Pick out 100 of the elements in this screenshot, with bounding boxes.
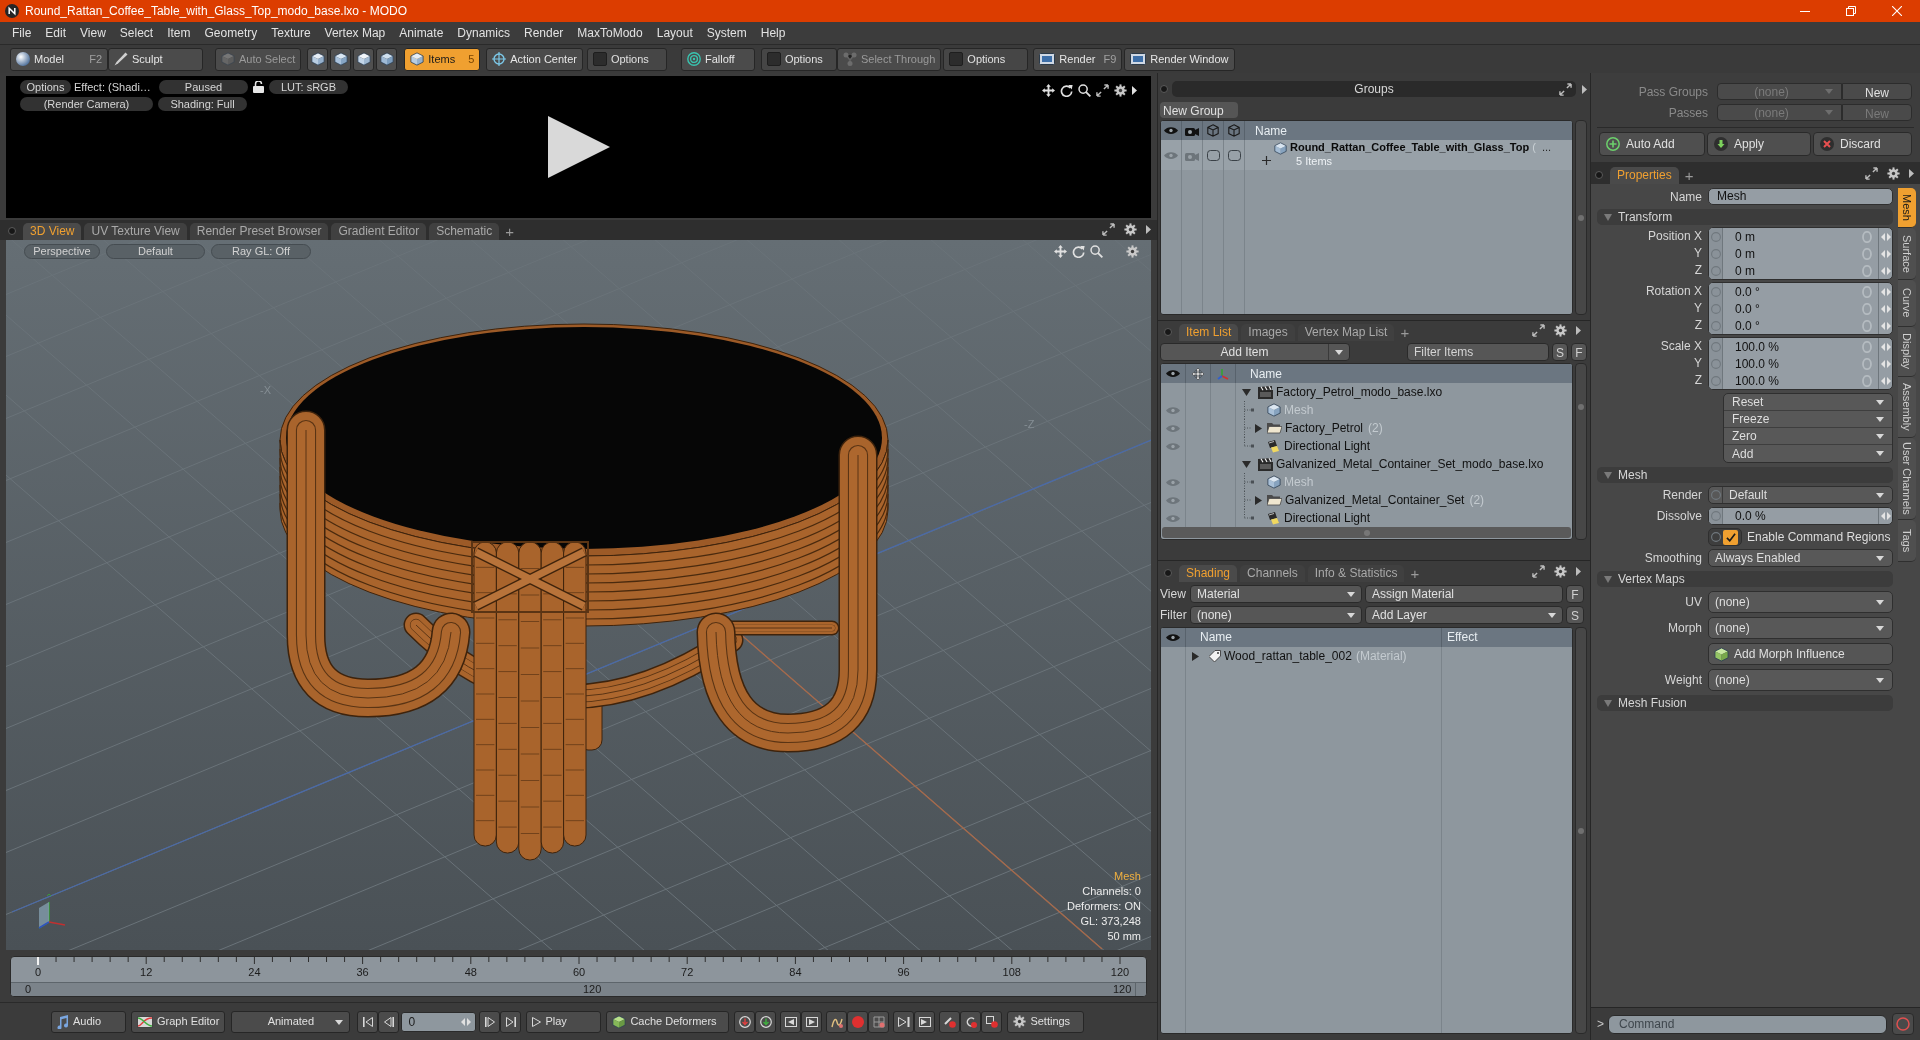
add-tab-button[interactable]: + [1407,565,1423,582]
vector-field[interactable]: 100.0 % 100.0 % 100.0 % [1708,337,1893,390]
settings-button[interactable]: Settings [1007,1010,1085,1033]
side-tab[interactable]: User Channels [1898,438,1916,520]
triangle-icon[interactable] [1242,460,1251,468]
name-field[interactable]: Mesh [1708,188,1893,205]
left-right-arrows-icon[interactable] [1880,376,1891,385]
cube-icon[interactable] [1228,124,1240,137]
tab[interactable]: Properties [1610,167,1679,184]
tab[interactable]: UV Texture View [84,223,187,240]
style-dropdown[interactable]: Default [106,244,205,259]
shortcut-button[interactable]: S [1566,606,1584,624]
rotate-icon[interactable] [1060,84,1073,97]
transport-button[interactable] [960,1010,982,1033]
item-name[interactable]: Factory_Petrol [1285,419,1364,437]
triangle-icon[interactable] [1255,423,1262,433]
menu-item[interactable]: Geometry [197,24,265,42]
selection-mode-button[interactable] [330,47,352,71]
checkbox[interactable] [592,52,607,66]
move-icon[interactable] [1042,84,1055,97]
menu-item[interactable]: MaxToModo [570,24,650,42]
vector-field[interactable]: 0 m 0 m 0 m [1708,227,1893,280]
action-button[interactable]: Discard [1813,132,1912,156]
settings-icon[interactable] [1887,167,1900,180]
maximize-icon[interactable] [1102,223,1115,236]
number-field[interactable]: 0.0 % [1708,507,1893,525]
value-text[interactable]: 0.0 ° [1723,316,1862,334]
tab[interactable]: Gradient Editor [331,223,427,240]
lock-icon[interactable] [253,81,264,93]
vector-field[interactable]: 0.0 ° 0.0 ° 0.0 ° [1708,282,1893,335]
camera-icon[interactable] [1185,125,1199,136]
filter-toggle-button[interactable]: F [1571,343,1587,361]
plus-icon[interactable] [1262,156,1271,165]
scroll-handle-icon[interactable] [1578,827,1584,834]
transport-button[interactable] [734,1010,756,1033]
menu-item[interactable]: File [5,24,39,42]
selection-mode-button[interactable] [353,47,375,71]
value-text[interactable]: 0 m [1723,261,1862,279]
tab[interactable]: 3D View [23,223,82,240]
dot-icon[interactable] [1160,85,1168,93]
side-tab[interactable]: Assembly [1898,377,1916,438]
panel-arrow-icon[interactable] [1576,326,1581,335]
menu-item[interactable]: Layout [649,24,700,42]
scrollbar[interactable] [1575,627,1587,1034]
transport-button[interactable] [357,1010,379,1033]
options-button[interactable]: Options [586,47,667,71]
eye-icon[interactable] [1164,126,1178,135]
add-item-dropdown[interactable]: Add Item [1160,343,1350,361]
mode-button[interactable]: Model F2 [10,47,108,71]
record-macro-button[interactable] [1892,1013,1914,1035]
rounded-square-icon[interactable] [1227,149,1241,161]
maximize-icon[interactable] [1532,565,1545,578]
triangle-icon[interactable] [1242,388,1251,396]
menu-item[interactable]: View [73,24,113,42]
dot-icon[interactable] [1164,569,1172,577]
settings-icon[interactable] [1554,565,1567,578]
menu-item[interactable]: Dynamics [450,24,517,42]
scrollbar[interactable] [1575,120,1587,315]
menu-item[interactable]: Render [517,24,571,42]
shortcut-button[interactable]: F [1566,585,1584,603]
action-button[interactable]: Apply [1707,132,1811,156]
section-header[interactable]: Mesh [1597,467,1893,483]
left-right-arrows-icon[interactable] [1880,266,1891,275]
scrollbar[interactable] [1575,363,1587,540]
maximize-icon[interactable] [1532,324,1545,337]
transport-button[interactable] [378,1010,400,1033]
value-text[interactable]: 0.0 ° [1723,283,1862,301]
lut-button[interactable]: LUT: sRGB [269,80,348,94]
transport-button[interactable] [914,1010,936,1033]
action-button[interactable]: Auto Add [1599,132,1705,156]
column-header[interactable]: Effect [1442,628,1478,647]
eye-icon[interactable] [1166,633,1180,642]
eye-icon[interactable] [1166,369,1180,378]
dot-icon[interactable] [8,227,16,235]
triangle-icon[interactable] [1192,651,1199,661]
selection-mode-button[interactable] [376,47,398,71]
transport-button[interactable] [500,1010,522,1033]
transport-button[interactable] [801,1010,823,1033]
value-text[interactable]: 100.0 % [1723,338,1862,356]
new-button[interactable]: New [1842,83,1912,100]
options-button[interactable]: Options [20,80,71,94]
settings-icon[interactable] [1554,324,1567,337]
tab[interactable]: Render Preset Browser [189,223,329,240]
scrollbar[interactable] [1162,527,1571,538]
menu-item[interactable]: Help [753,24,793,42]
left-right-arrows-icon[interactable] [1880,287,1891,296]
group-name[interactable]: Round_Rattan_Coffee_Table_with_Glass_Top [1290,139,1530,156]
shading-button[interactable]: Shading: Full [158,97,247,111]
toolbar-button[interactable]: Falloff [680,47,755,71]
dot-icon[interactable] [1595,171,1603,179]
side-tab[interactable]: Tags [1898,520,1916,562]
toolbar-button[interactable]: Render F9 [1033,47,1123,71]
panel-arrow-icon[interactable] [1582,84,1587,94]
left-right-arrows-icon[interactable] [1880,359,1891,368]
maximize-icon[interactable] [1865,167,1878,180]
transport-button[interactable] [893,1010,915,1033]
add-tab-button[interactable]: + [502,223,517,240]
maximize-icon[interactable] [1559,82,1572,96]
left-right-arrows-icon[interactable] [1880,512,1891,520]
left-right-arrows-icon[interactable] [1880,304,1891,313]
